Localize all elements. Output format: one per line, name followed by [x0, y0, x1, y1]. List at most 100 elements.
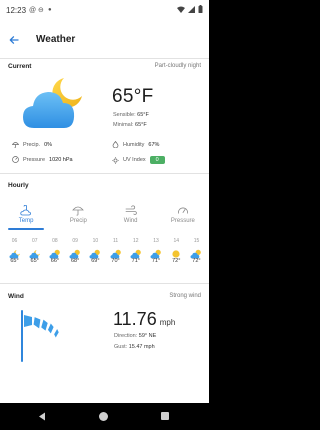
- cloud-sun-icon: [49, 246, 61, 259]
- humidity-label: Humidity: [123, 141, 145, 148]
- hour-item: 11 70°: [107, 238, 124, 264]
- cloud-sun-icon: [110, 246, 122, 259]
- tab-pressure[interactable]: Pressure: [157, 201, 209, 231]
- hourly-section-title: Hourly: [8, 182, 29, 189]
- cloud-moon-icon: [29, 246, 41, 259]
- wifi-icon: [177, 6, 185, 13]
- hour-item: 08 66°: [46, 238, 63, 264]
- notification-dot-icon: ●: [48, 7, 52, 13]
- sensible-label: Sensible:: [113, 112, 136, 118]
- hour-temperature: 65°: [10, 258, 19, 264]
- cloud-sun-icon: [69, 246, 81, 259]
- nav-home-button[interactable]: [99, 412, 108, 421]
- sun-icon: [112, 156, 119, 164]
- cloud-sun-icon: [150, 246, 162, 259]
- current-section-title: Current: [8, 63, 32, 70]
- humidity-metric: Humidity 67%: [112, 141, 159, 148]
- hour-time: 12: [133, 238, 139, 244]
- nav-recents-button[interactable]: [161, 412, 169, 420]
- no-disturb-icon: ⊖: [38, 7, 44, 14]
- system-nav-bar: [0, 403, 209, 430]
- humidity-value: 67%: [148, 141, 160, 148]
- gauge-icon: [177, 207, 188, 214]
- wind-condition: Strong wind: [169, 293, 201, 299]
- hour-time: 09: [72, 238, 78, 244]
- hour-item: 07 65°: [26, 238, 43, 264]
- hour-item: 09 68°: [67, 238, 84, 264]
- wind-direction-value: 59° NE: [138, 333, 157, 339]
- hour-temperature: 69°: [91, 258, 100, 264]
- hour-time: 07: [31, 238, 38, 244]
- hour-time: 10: [92, 238, 99, 244]
- hour-item: 13 71°: [148, 238, 165, 264]
- precip-label: Precip.: [23, 141, 41, 148]
- app-bar: Weather: [0, 22, 209, 58]
- minimal-row: Minimal: 65°F: [113, 122, 147, 128]
- status-indicators: [177, 5, 203, 13]
- minimal-label: Minimal:: [113, 122, 134, 128]
- minimal-value: 65°F: [135, 122, 147, 128]
- wind-gust-value: 15.47 mph: [128, 344, 155, 350]
- wind-direction-label: Direction:: [114, 333, 138, 339]
- cloud-sun-icon: [89, 246, 101, 259]
- battery-icon: [198, 5, 203, 13]
- windsock-icon: [21, 310, 59, 362]
- sensible-row: Sensible: 65°F: [113, 112, 149, 118]
- pressure-value: 1020 hPa: [49, 156, 73, 163]
- hour-time: 06: [11, 238, 18, 244]
- app-bar-divider: [0, 58, 209, 59]
- pressure-metric: Pressure 1020 hPa: [12, 156, 73, 163]
- current-divider: [0, 173, 209, 174]
- hour-temperature: 65°: [30, 258, 39, 264]
- sun-icon: [170, 246, 182, 258]
- uv-label: UV Index: [123, 157, 146, 163]
- at-sign-icon: @: [29, 7, 37, 14]
- hour-time: 13: [153, 238, 159, 244]
- humidity-icon: [112, 141, 119, 148]
- hourly-divider: [0, 283, 209, 284]
- tab-wind-label: Wind: [123, 218, 138, 224]
- hour-item: 10 69°: [87, 238, 104, 264]
- hour-temperature: 71°: [131, 258, 140, 264]
- hour-temperature: 72°: [172, 258, 181, 264]
- tab-temp[interactable]: Temp: [0, 201, 52, 231]
- weather-screen: 12:23 @ ⊖ ● Weather Current Part-cloudly…: [0, 0, 209, 430]
- precip-value: 0%: [44, 141, 53, 148]
- cloud-sun-icon: [190, 246, 202, 259]
- active-tab-indicator: [8, 228, 45, 230]
- hourly-tabs: Temp Precip Wind Pressure: [0, 201, 209, 231]
- wind-speed-value: 11.76: [113, 309, 157, 329]
- signal-icon: [188, 5, 195, 13]
- wind-speed-unit: mph: [159, 318, 176, 327]
- cloud-sun-icon: [130, 246, 142, 259]
- pressure-label: Pressure: [23, 156, 46, 163]
- status-bar: 12:23 @ ⊖ ●: [0, 0, 209, 22]
- current-condition: Part-cloudly night: [154, 63, 201, 69]
- hour-temperature: 72°: [192, 258, 201, 264]
- uv-metric: UV Index 0: [112, 156, 165, 164]
- uv-index-badge: 0: [149, 156, 165, 164]
- wind-gust-label: Gust:: [114, 344, 128, 350]
- tab-precip[interactable]: Precip: [52, 201, 104, 231]
- wind-section-title: Wind: [8, 293, 24, 300]
- tab-temp-label: Temp: [18, 218, 34, 224]
- wind-icon: [125, 204, 137, 215]
- hour-temperature: 68°: [70, 258, 80, 264]
- wind-gust-row: Gust: 15.47 mph: [114, 344, 155, 350]
- hour-temperature: 71°: [151, 258, 161, 264]
- hour-item: 14 72°: [168, 238, 185, 264]
- hourly-forecast-list: 06 65° 07 65° 08 66° 09 68° 10 69° 11 70° 12 71° 13 71°…: [6, 238, 205, 264]
- back-button[interactable]: [4, 30, 24, 50]
- hour-item: 15 72°: [188, 238, 205, 264]
- hour-temperature: 70°: [111, 258, 120, 264]
- umbrella-icon: [12, 142, 19, 148]
- current-temperature: 65°F: [112, 86, 154, 107]
- hour-item: 12 71°: [127, 238, 144, 264]
- tab-wind[interactable]: Wind: [105, 201, 157, 231]
- page-title: Weather: [36, 34, 76, 45]
- wind-direction-row: Direction: 59° NE: [114, 333, 156, 339]
- nav-back-button[interactable]: [38, 412, 46, 421]
- hour-time: 15: [193, 238, 200, 244]
- status-time: 12:23: [6, 6, 27, 15]
- hour-item: 06 65°: [6, 238, 23, 264]
